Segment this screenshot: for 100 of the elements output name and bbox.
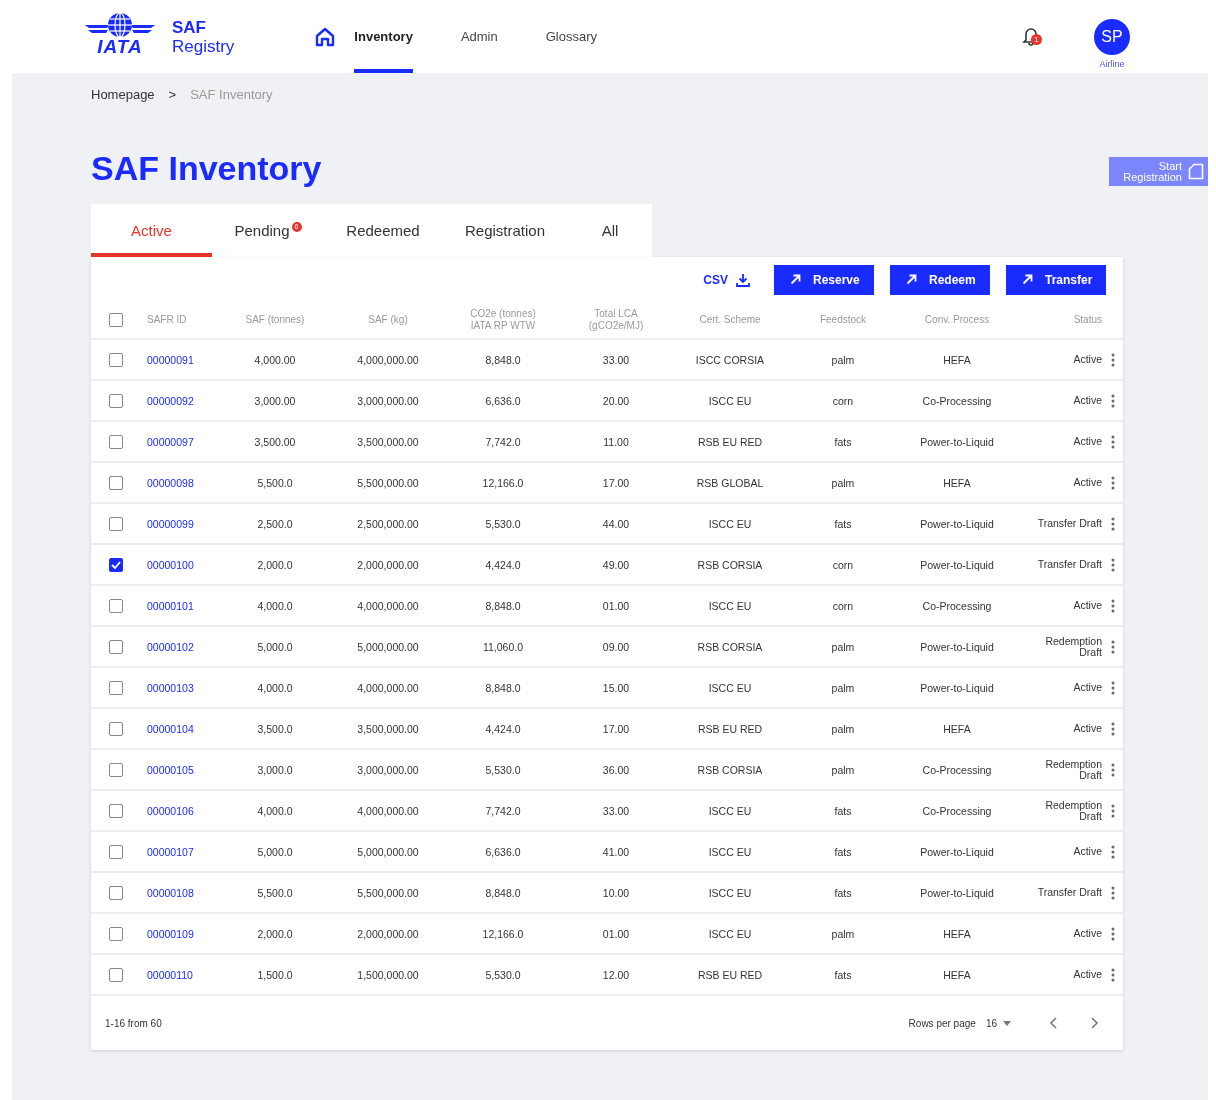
row-checkbox[interactable] [109, 393, 123, 408]
more-options-icon[interactable] [1110, 557, 1115, 572]
table-cell-text: 33.00 [601, 804, 631, 817]
column-header: CO2e (tonnes) IATA RP WTW [469, 308, 537, 332]
breadcrumb-item: SAF Inventory [190, 87, 273, 102]
more-options-icon[interactable] [1110, 475, 1115, 490]
more-options-icon[interactable] [1110, 721, 1115, 736]
table-cell-text: palm [830, 353, 856, 366]
arrow-icon [906, 274, 917, 285]
more-options-icon[interactable] [1110, 926, 1115, 941]
table-cell-text: 3,500.00 [253, 435, 297, 448]
row-checkbox[interactable] [109, 434, 123, 449]
record-id-link[interactable]: 00000105 [147, 763, 215, 776]
record-id-link[interactable]: 00000107 [147, 845, 215, 858]
nav-tab[interactable]: Admin [460, 0, 498, 73]
nav-tab[interactable]: Glossary [545, 0, 598, 73]
status-cell-text: Active [1072, 600, 1102, 611]
record-id-link[interactable]: 00000099 [147, 517, 215, 530]
table-cell-text: ISCC CORSIA [694, 353, 766, 366]
table-cell-text: ISCC EU [707, 394, 753, 407]
row-checkbox[interactable] [109, 598, 123, 613]
row-checkbox[interactable] [109, 803, 123, 818]
arrow-icon [790, 274, 801, 285]
csv-download-button[interactable]: CSV [697, 271, 756, 288]
more-options-icon[interactable] [1110, 762, 1115, 777]
table-cell-text: 3,500.0 [256, 722, 294, 735]
row-checkbox[interactable] [109, 639, 123, 654]
row-checkbox[interactable] [109, 885, 123, 900]
row-checkbox[interactable] [109, 762, 123, 777]
more-options-icon[interactable] [1110, 639, 1115, 654]
row-checkbox[interactable] [109, 475, 123, 490]
more-options-icon[interactable] [1110, 967, 1115, 982]
record-id-link[interactable]: 00000100 [147, 558, 215, 571]
table-cell-text: ISCC EU [707, 804, 753, 817]
record-id-link[interactable]: 00000104 [147, 722, 215, 735]
more-options-icon[interactable] [1110, 598, 1115, 613]
next-page-button[interactable] [1090, 1017, 1099, 1029]
page-title: SAF Inventory [91, 148, 322, 188]
table-cell-text: 4,000,000.00 [356, 353, 420, 366]
rows-per-page-select[interactable]: 16 [985, 1017, 1011, 1029]
table-cell-text: 4,424.0 [484, 722, 522, 735]
user-avatar[interactable]: SP [1094, 18, 1130, 55]
more-options-icon[interactable] [1110, 844, 1115, 859]
table-cell-text: 2,500.0 [256, 517, 294, 530]
column-header: Conv. Process [923, 314, 991, 326]
table-cell-text: 33.00 [601, 353, 631, 366]
record-id-link[interactable]: 00000102 [147, 640, 215, 653]
table-cell-text: 20.00 [601, 394, 631, 407]
table-cell-text: 4,000.0 [256, 599, 294, 612]
record-id-link[interactable]: 00000108 [147, 886, 215, 899]
column-header: SAFR ID [147, 314, 188, 326]
app-name: Registry [172, 36, 235, 56]
action-button[interactable]: Redeem [890, 264, 990, 295]
more-options-icon[interactable] [1110, 393, 1115, 408]
record-id-link[interactable]: 00000092 [147, 394, 215, 407]
row-checkbox[interactable] [109, 926, 123, 941]
table-cell-text: RSB GLOBAL [695, 476, 765, 489]
record-id-link[interactable]: 00000103 [147, 681, 215, 694]
more-options-icon[interactable] [1110, 434, 1115, 449]
record-id-link[interactable]: 00000097 [147, 435, 215, 448]
status-cell-text: Active [1072, 354, 1102, 365]
record-id-link[interactable]: 00000098 [147, 476, 215, 489]
status-cell-text: Active [1072, 477, 1102, 488]
table-cell-text: Power-to-Liquid [919, 558, 995, 571]
record-id-link[interactable]: 00000109 [147, 927, 215, 940]
table-cell-text: Co-Processing [921, 394, 993, 407]
tab[interactable]: All [568, 204, 652, 257]
table-cell-text: 2,000,000.00 [356, 927, 420, 940]
more-options-icon[interactable] [1110, 885, 1115, 900]
table-cell-text: 6,636.0 [484, 845, 522, 858]
table-cell-text: Co-Processing [921, 804, 993, 817]
row-checkbox[interactable] [109, 844, 123, 859]
row-checkbox[interactable] [109, 557, 123, 572]
more-options-icon[interactable] [1110, 516, 1115, 531]
home-icon[interactable] [314, 25, 337, 48]
row-checkbox[interactable] [109, 516, 123, 531]
breadcrumb-item[interactable]: Homepage [91, 87, 155, 102]
table-cell-text: Power-to-Liquid [919, 681, 995, 694]
row-checkbox[interactable] [109, 721, 123, 736]
notification-badge: 1 [1031, 33, 1042, 45]
record-id-link[interactable]: 00000101 [147, 599, 215, 612]
row-checkbox[interactable] [109, 680, 123, 695]
more-options-icon[interactable] [1110, 352, 1115, 367]
tab[interactable]: Redeemed [324, 204, 442, 257]
row-checkbox[interactable] [109, 967, 123, 982]
more-options-icon[interactable] [1110, 803, 1115, 818]
tab[interactable]: Registration [442, 204, 568, 257]
record-id-link[interactable]: 00000106 [147, 804, 215, 817]
previous-page-button[interactable] [1049, 1017, 1058, 1029]
action-button[interactable]: Reserve [774, 264, 874, 295]
record-id-link[interactable]: 00000110 [147, 968, 215, 981]
table-cell-text: RSB CORSIA [696, 763, 764, 776]
row-checkbox[interactable] [109, 352, 123, 367]
select-all-checkbox[interactable] [109, 313, 123, 327]
table-cell-text: 4,000.0 [256, 804, 294, 817]
record-id-link[interactable]: 00000091 [147, 353, 215, 366]
table-cell-text: 2,500,000.00 [356, 517, 420, 530]
table-cell-text: HEFA [942, 353, 972, 366]
more-options-icon[interactable] [1110, 680, 1115, 695]
action-button[interactable]: Transfer [1006, 264, 1106, 295]
